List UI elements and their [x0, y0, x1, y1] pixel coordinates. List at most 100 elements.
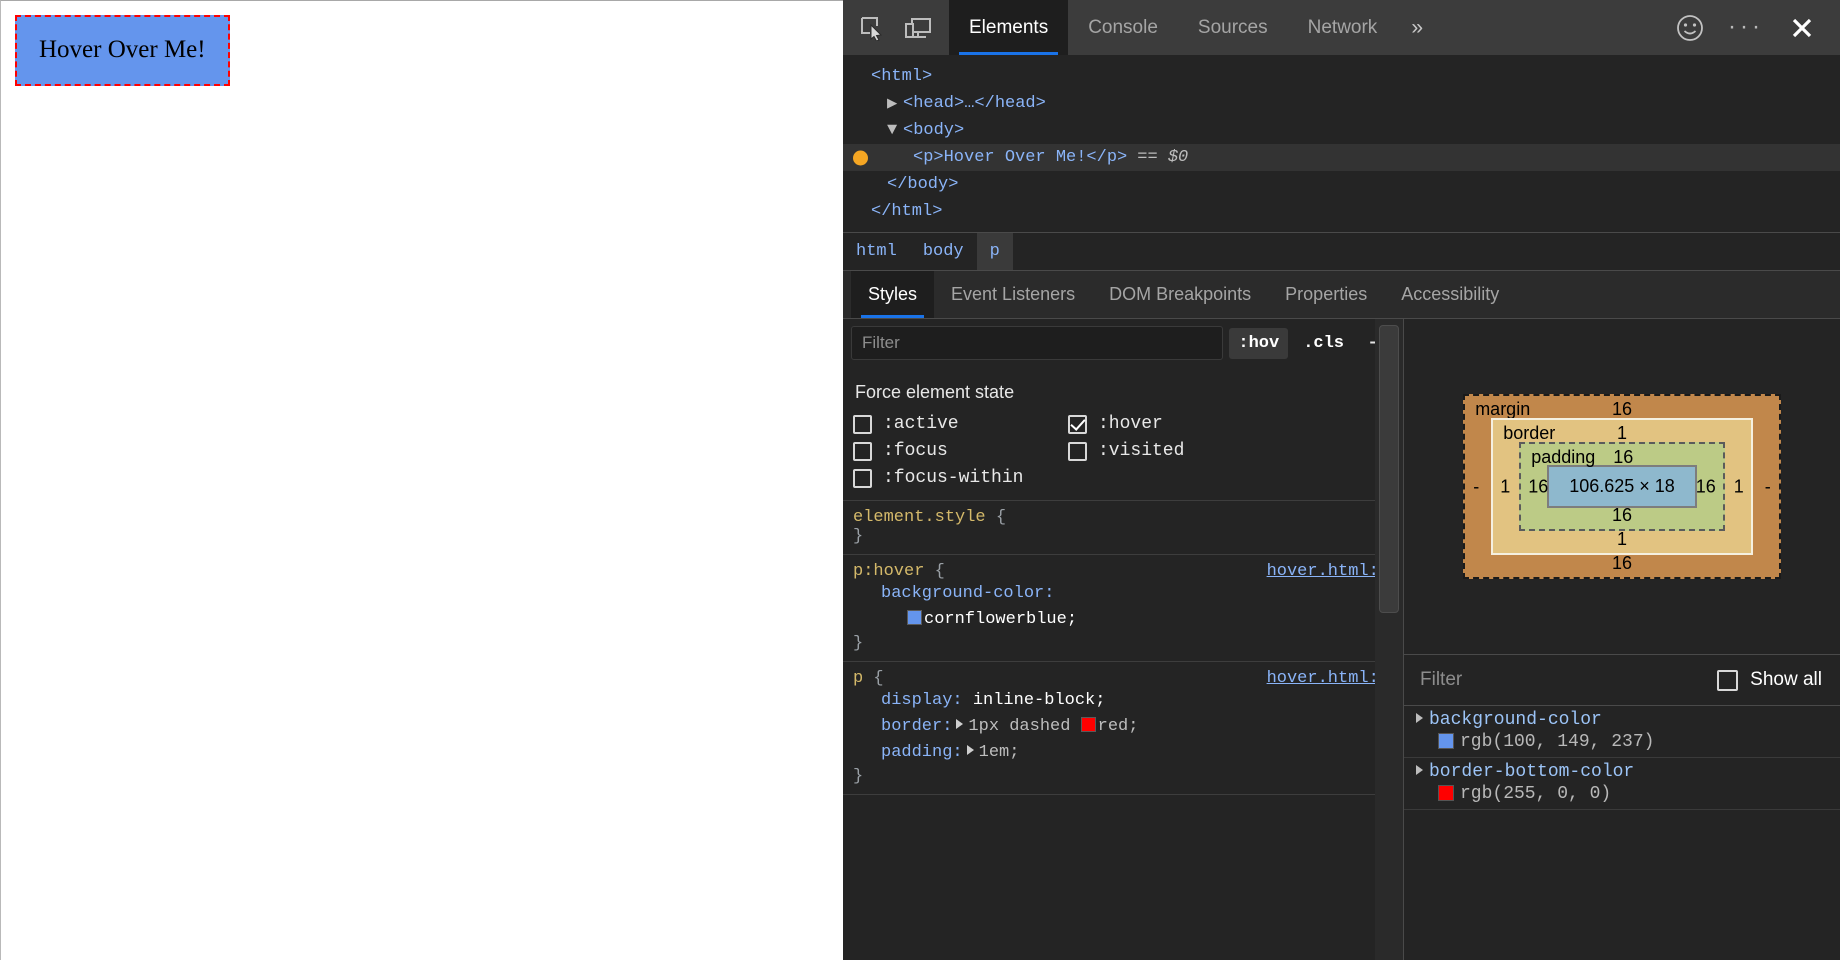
- device-toolbar-icon[interactable]: [895, 6, 941, 50]
- expand-triangle-icon[interactable]: [967, 745, 974, 755]
- checkbox-icon[interactable]: [853, 469, 872, 488]
- css-value[interactable]: cornflowerblue: [924, 610, 1067, 629]
- css-property[interactable]: background-color: [881, 584, 1044, 603]
- dom-row[interactable]: ▶ <head>…</head>: [843, 90, 1840, 117]
- tab-styles[interactable]: Styles: [851, 271, 934, 318]
- css-rule-p-hover[interactable]: p:hover { hover.html:7 background-color:…: [843, 555, 1403, 662]
- styles-scrollbar[interactable]: [1375, 319, 1403, 960]
- kebab-menu-icon[interactable]: ···: [1720, 6, 1772, 50]
- margin-right-value[interactable]: -: [1765, 476, 1771, 497]
- chevron-right-icon[interactable]: ▶: [887, 93, 903, 114]
- dom-row[interactable]: <html>: [843, 63, 1840, 90]
- checkbox-icon[interactable]: [1068, 442, 1087, 461]
- box-model-diagram: margin 16 16 - - border 1 1 1 1: [1463, 394, 1781, 579]
- dom-row[interactable]: </html>: [843, 198, 1840, 225]
- css-selector[interactable]: p: [853, 669, 863, 688]
- checkbox-hover[interactable]: :hover: [1068, 414, 1403, 434]
- element-classes-toggle[interactable]: .cls: [1294, 328, 1353, 359]
- css-selector[interactable]: element.style: [853, 508, 986, 527]
- checkbox-icon[interactable]: [853, 442, 872, 461]
- breadcrumb-label: p: [990, 242, 1000, 261]
- box-model-margin[interactable]: margin 16 16 - - border 1 1 1 1: [1463, 394, 1781, 579]
- checkbox-checked-icon[interactable]: [1068, 415, 1087, 434]
- css-rule-element-style[interactable]: element.style { }: [843, 501, 1403, 555]
- dom-tree[interactable]: <html> ▶ <head>…</head> ▼ <body> <p>Hove…: [843, 55, 1840, 232]
- dom-row-selected[interactable]: <p>Hover Over Me!</p> == $0: [843, 144, 1840, 171]
- tab-accessibility[interactable]: Accessibility: [1384, 271, 1516, 318]
- menu-dots: ···: [1728, 20, 1764, 34]
- tab-dom-breakpoints[interactable]: DOM Breakpoints: [1092, 271, 1268, 318]
- css-property[interactable]: border: [881, 717, 942, 736]
- breadcrumb-item-html[interactable]: html: [843, 233, 910, 270]
- computed-filter-input[interactable]: [1420, 669, 1717, 691]
- border-bottom-value[interactable]: 1: [1493, 529, 1751, 550]
- box-model-border[interactable]: border 1 1 1 1 padding 16 16 16: [1491, 418, 1753, 555]
- breadcrumb-item-p[interactable]: p: [977, 233, 1013, 270]
- margin-top-value[interactable]: 16: [1465, 399, 1779, 420]
- css-property[interactable]: padding: [881, 743, 952, 762]
- tab-event-listeners[interactable]: Event Listeners: [934, 271, 1092, 318]
- expand-triangle-icon[interactable]: [1416, 765, 1423, 775]
- padding-right-value[interactable]: 16: [1696, 476, 1716, 497]
- computed-property-background-color[interactable]: background-color rgb(100, 149, 237): [1404, 706, 1840, 758]
- margin-left-value[interactable]: -: [1473, 476, 1479, 497]
- checkbox-icon[interactable]: [853, 415, 872, 434]
- css-property[interactable]: display: [881, 691, 952, 710]
- css-value-border-color[interactable]: red;: [1098, 717, 1139, 736]
- margin-bottom-value[interactable]: 16: [1465, 553, 1779, 574]
- box-model-content[interactable]: 106.625 × 18: [1547, 465, 1697, 508]
- css-value[interactable]: inline-block: [973, 691, 1095, 710]
- checkbox-visited[interactable]: :visited: [1068, 441, 1403, 461]
- color-swatch-red[interactable]: [1081, 717, 1096, 732]
- padding-left-value[interactable]: 16: [1528, 476, 1548, 497]
- css-declaration-value-row[interactable]: cornflowerblue;: [853, 607, 1393, 633]
- checkbox-active[interactable]: :active: [853, 414, 1068, 434]
- breadcrumb-label: body: [923, 242, 964, 261]
- tab-network[interactable]: Network: [1288, 0, 1398, 55]
- smiley-icon[interactable]: [1664, 6, 1716, 50]
- color-swatch[interactable]: [1438, 785, 1454, 801]
- tab-console[interactable]: Console: [1068, 0, 1178, 55]
- tab-dom-breakpoints-label: DOM Breakpoints: [1109, 284, 1251, 305]
- force-element-state-title: Force element state: [853, 377, 1403, 414]
- styles-scrollbar-thumb[interactable]: [1379, 325, 1399, 613]
- expand-triangle-icon[interactable]: [956, 719, 963, 729]
- dom-row[interactable]: </body>: [843, 171, 1840, 198]
- border-top-value[interactable]: 1: [1493, 423, 1751, 444]
- border-left-value[interactable]: 1: [1500, 476, 1510, 497]
- breadcrumb-item-body[interactable]: body: [910, 233, 977, 270]
- color-swatch[interactable]: [1438, 733, 1454, 749]
- styles-filter-input[interactable]: [851, 326, 1223, 360]
- tab-sources[interactable]: Sources: [1178, 0, 1288, 55]
- dom-row[interactable]: ▼ <body>: [843, 117, 1840, 144]
- box-model-padding[interactable]: padding 16 16 16 16 106.625 × 18: [1519, 442, 1725, 531]
- chevron-down-icon[interactable]: ▼: [887, 121, 903, 140]
- tab-elements[interactable]: Elements: [949, 0, 1068, 55]
- close-icon[interactable]: [1776, 6, 1828, 50]
- checkbox-focus-within[interactable]: :focus-within: [853, 468, 1068, 488]
- expand-triangle-icon[interactable]: [1416, 713, 1423, 723]
- checkbox-label: :visited: [1098, 441, 1184, 461]
- css-declaration-display[interactable]: display: inline-block;: [853, 688, 1393, 714]
- css-rule-p[interactable]: p { hover.html:2 display: inline-block; …: [843, 662, 1403, 795]
- padding-bottom-value[interactable]: 16: [1521, 505, 1723, 526]
- computed-property-border-bottom-color[interactable]: border-bottom-color rgb(255, 0, 0): [1404, 758, 1840, 810]
- checkbox-icon[interactable]: [1717, 670, 1738, 691]
- hover-paragraph[interactable]: Hover Over Me!: [15, 15, 230, 86]
- css-declaration-border[interactable]: border:1px dashed red;: [853, 714, 1393, 740]
- breakpoint-marker-icon[interactable]: [853, 150, 868, 165]
- more-tabs-button[interactable]: »: [1397, 0, 1437, 55]
- css-selector[interactable]: p:hover: [853, 562, 924, 581]
- padding-top-value[interactable]: 16: [1613, 447, 1633, 468]
- border-right-value[interactable]: 1: [1734, 476, 1744, 497]
- force-hover-toggle[interactable]: :hov: [1229, 328, 1288, 359]
- color-swatch-cornflowerblue[interactable]: [907, 610, 922, 625]
- tab-properties[interactable]: Properties: [1268, 271, 1384, 318]
- css-declaration-background-color[interactable]: background-color:: [853, 581, 1393, 607]
- show-all-toggle[interactable]: Show all: [1717, 669, 1822, 691]
- css-declaration-padding[interactable]: padding:1em;: [853, 740, 1393, 766]
- checkbox-focus[interactable]: :focus: [853, 441, 1068, 461]
- page-body: Hover Over Me!: [1, 1, 843, 100]
- inspect-element-icon[interactable]: [849, 6, 895, 50]
- css-value[interactable]: 1em: [979, 743, 1010, 762]
